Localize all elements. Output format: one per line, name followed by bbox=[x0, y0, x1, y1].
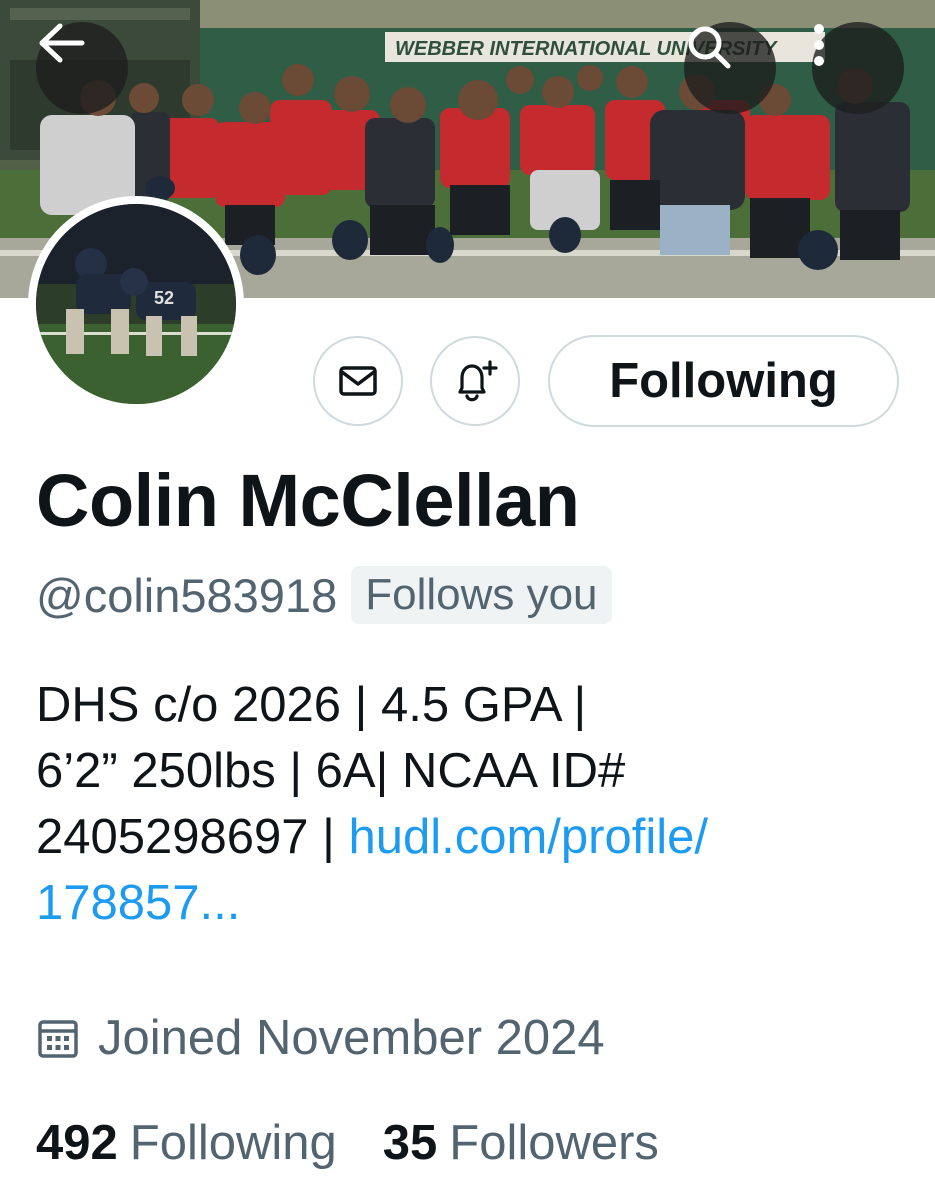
profile-bio: DHS c/o 2026 | 4.5 GPA | 6’2” 250lbs | 6… bbox=[36, 672, 916, 936]
followers-count: 35 bbox=[382, 1116, 438, 1170]
following-button[interactable]: Following bbox=[548, 335, 899, 427]
display-name: Colin McClellan bbox=[36, 459, 580, 542]
svg-text:52: 52 bbox=[154, 288, 174, 308]
following-count: 492 bbox=[36, 1116, 118, 1170]
more-vertical-icon bbox=[814, 24, 824, 66]
profile-avatar[interactable]: 52 bbox=[28, 196, 244, 412]
message-button[interactable] bbox=[313, 336, 403, 426]
bell-plus-icon bbox=[458, 360, 498, 402]
follow-stats: 492 Following 35 Followers bbox=[36, 1115, 705, 1171]
hudl-profile-link-continued[interactable]: 178857... bbox=[36, 876, 240, 930]
notifications-button[interactable] bbox=[430, 336, 520, 426]
following-stat-link[interactable]: 492 Following bbox=[36, 1115, 337, 1171]
user-handle: @colin583918 bbox=[36, 568, 338, 622]
follows-you-badge: Follows you bbox=[351, 566, 612, 624]
joined-text: Joined November 2024 bbox=[98, 1011, 605, 1065]
handle-row: @colin583918 Follows you bbox=[36, 566, 612, 624]
avatar-photo: 52 bbox=[36, 204, 236, 404]
more-options-button[interactable] bbox=[812, 22, 904, 114]
followers-stat-link[interactable]: 35 Followers bbox=[383, 1115, 659, 1171]
search-icon bbox=[688, 26, 731, 69]
hudl-profile-link[interactable]: hudl.com/profile/ bbox=[348, 810, 708, 864]
back-button[interactable] bbox=[36, 22, 128, 114]
search-button[interactable] bbox=[684, 22, 776, 114]
followers-label: Followers bbox=[449, 1116, 659, 1170]
arrow-left-icon bbox=[39, 23, 85, 63]
joined-date: Joined November 2024 bbox=[36, 1010, 605, 1066]
following-label: Following bbox=[129, 1116, 337, 1170]
bio-line: 6’2” 250lbs | 6A| NCAA ID# bbox=[36, 744, 626, 798]
bio-line: 2405298697 | hudl.com/profile/ bbox=[36, 804, 916, 870]
bio-line: DHS c/o 2026 | 4.5 GPA | bbox=[36, 678, 587, 732]
envelope-icon bbox=[339, 366, 377, 396]
bio-line: 178857... bbox=[36, 870, 916, 936]
calendar-icon bbox=[38, 1020, 78, 1058]
bio-text: 2405298697 | bbox=[36, 810, 349, 864]
